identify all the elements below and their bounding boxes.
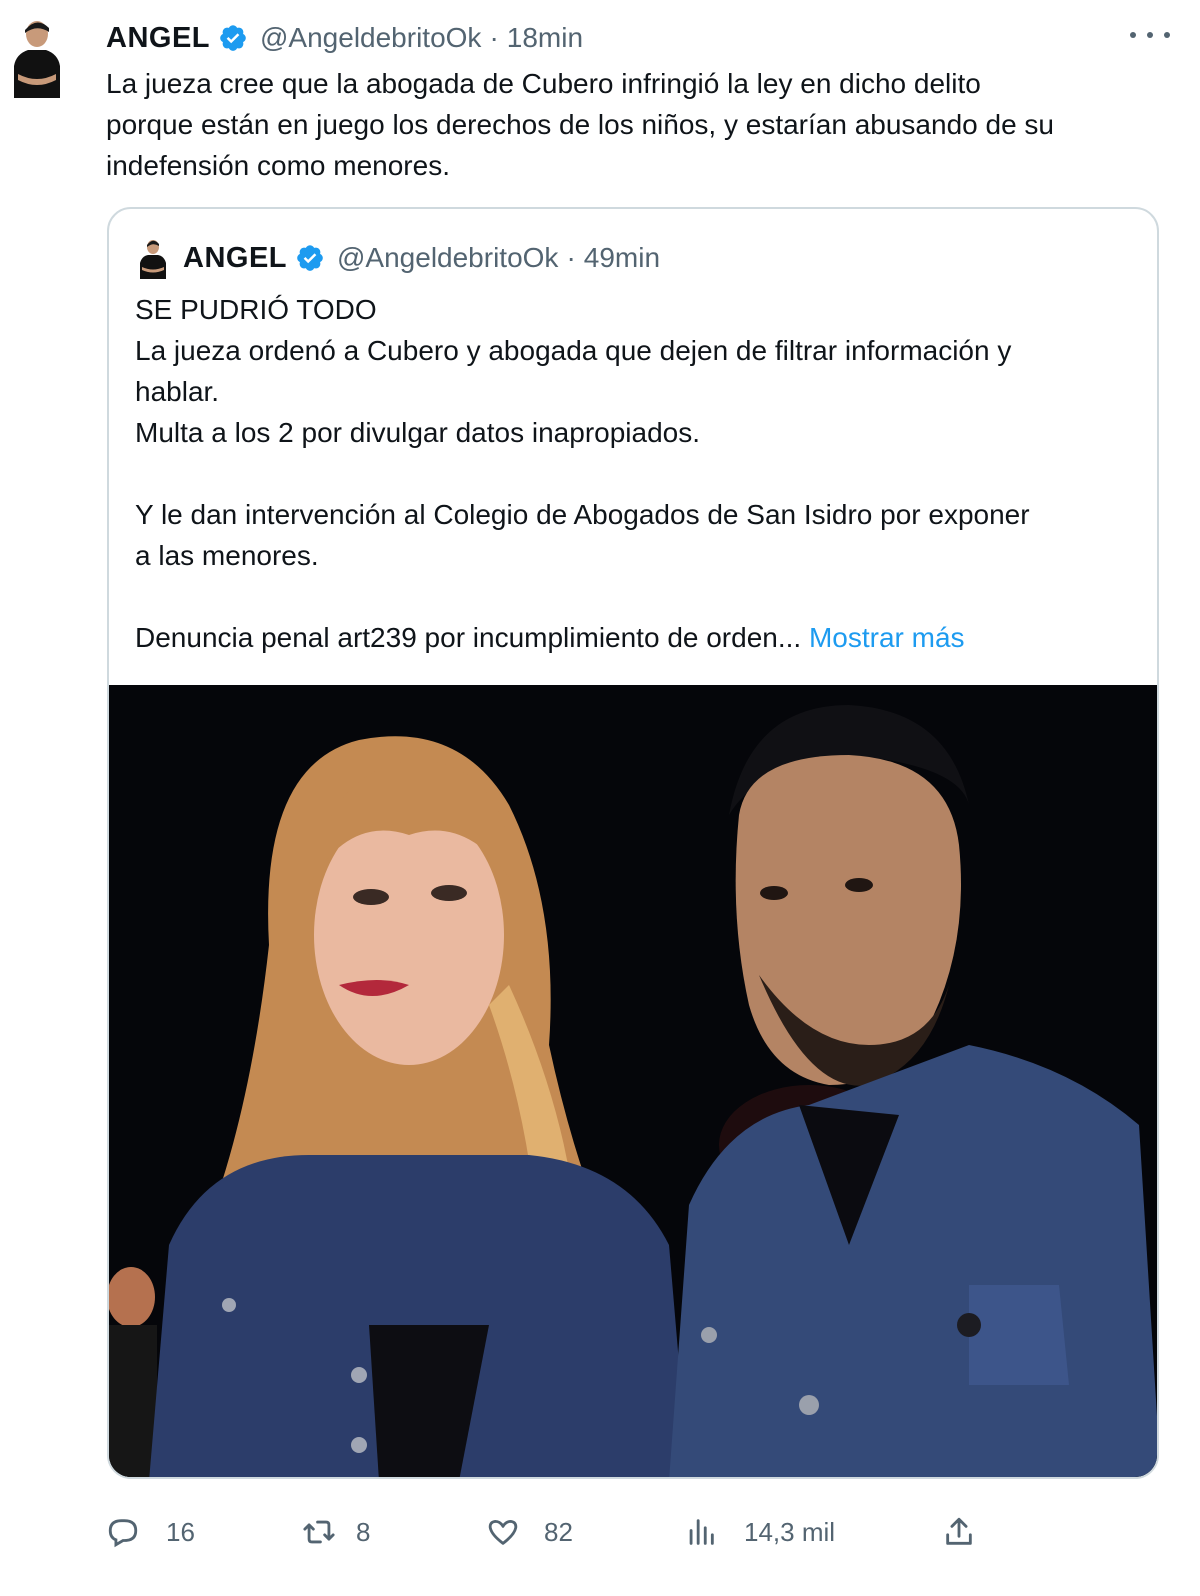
quoted-tweet-header: ANGEL @AngeldebritoOk · 49min (137, 237, 660, 279)
author-avatar[interactable] (8, 14, 66, 98)
tweet-text: La jueza cree que la abogada de Cubero i… (106, 63, 1166, 186)
show-more-link[interactable]: Mostrar más (809, 622, 965, 653)
quoted-tweet-text: SE PUDRIÓ TODO La jueza ordenó a Cubero … (135, 289, 1135, 658)
tweet-header: ANGEL @AngeldebritoOk · 18min (106, 18, 583, 58)
views-icon (689, 1519, 714, 1545)
separator-dot: · (566, 242, 576, 273)
quoted-text-line: Y le dan intervención al Colegio de Abog… (135, 499, 1030, 530)
retweet-count: 8 (356, 1516, 371, 1547)
reply-button[interactable]: 16 (106, 1508, 195, 1556)
tweet-text-line: indefensión como menores. (106, 150, 450, 181)
tweet-action-bar: 16 8 82 14,3 mil (106, 1508, 986, 1556)
like-button[interactable]: 82 (486, 1508, 573, 1556)
retweet-icon (303, 1520, 335, 1544)
quoted-text-line: La jueza ordenó a Cubero y abogada que d… (135, 335, 1012, 366)
quoted-author-handle: @AngeldebritoOk (337, 242, 559, 273)
quoted-author-avatar (137, 237, 169, 279)
verified-badge-icon (218, 23, 248, 53)
views-count: 14,3 mil (744, 1516, 836, 1547)
tweet-text-line: La jueza cree que la abogada de Cubero i… (106, 68, 981, 99)
quoted-text-line: SE PUDRIÓ TODO (135, 294, 377, 325)
views-button[interactable]: 14,3 mil (684, 1508, 835, 1556)
heart-icon (488, 1519, 518, 1545)
quoted-text-line: a las menores. (135, 540, 319, 571)
tweet-timestamp[interactable]: 18min (507, 22, 583, 54)
quoted-text-truncated: Denuncia penal art239 por incumplimiento… (135, 622, 802, 653)
reply-count: 16 (166, 1516, 195, 1547)
tweet-text-line: porque están en juego los derechos de lo… (106, 109, 1054, 140)
quoted-text-line: hablar. (135, 376, 220, 407)
reply-icon (108, 1519, 138, 1548)
author-handle[interactable]: @AngeldebritoOk (260, 22, 481, 54)
share-button[interactable] (942, 1508, 976, 1556)
more-options-icon[interactable] (1130, 22, 1170, 48)
quoted-tweet[interactable]: ANGEL @AngeldebritoOk · 49min SE PUDRIÓ … (107, 207, 1159, 1479)
like-count: 82 (544, 1516, 573, 1547)
quoted-text-line: Multa a los 2 por divulgar datos inaprop… (135, 417, 701, 448)
quoted-author-name: ANGEL (183, 241, 287, 274)
quoted-tweet-timestamp: 49min (583, 242, 661, 273)
quoted-tweet-photo[interactable] (109, 685, 1157, 1477)
quoted-text-line (135, 576, 1135, 617)
author-name[interactable]: ANGEL (106, 22, 210, 55)
quoted-text-line-last: Denuncia penal art239 por incumplimiento… (135, 617, 1135, 658)
separator-dot: · (489, 22, 499, 53)
retweet-button[interactable]: 8 (302, 1508, 370, 1556)
verified-badge-icon (295, 243, 325, 273)
quoted-text-line (135, 453, 1135, 494)
share-icon (946, 1517, 972, 1545)
